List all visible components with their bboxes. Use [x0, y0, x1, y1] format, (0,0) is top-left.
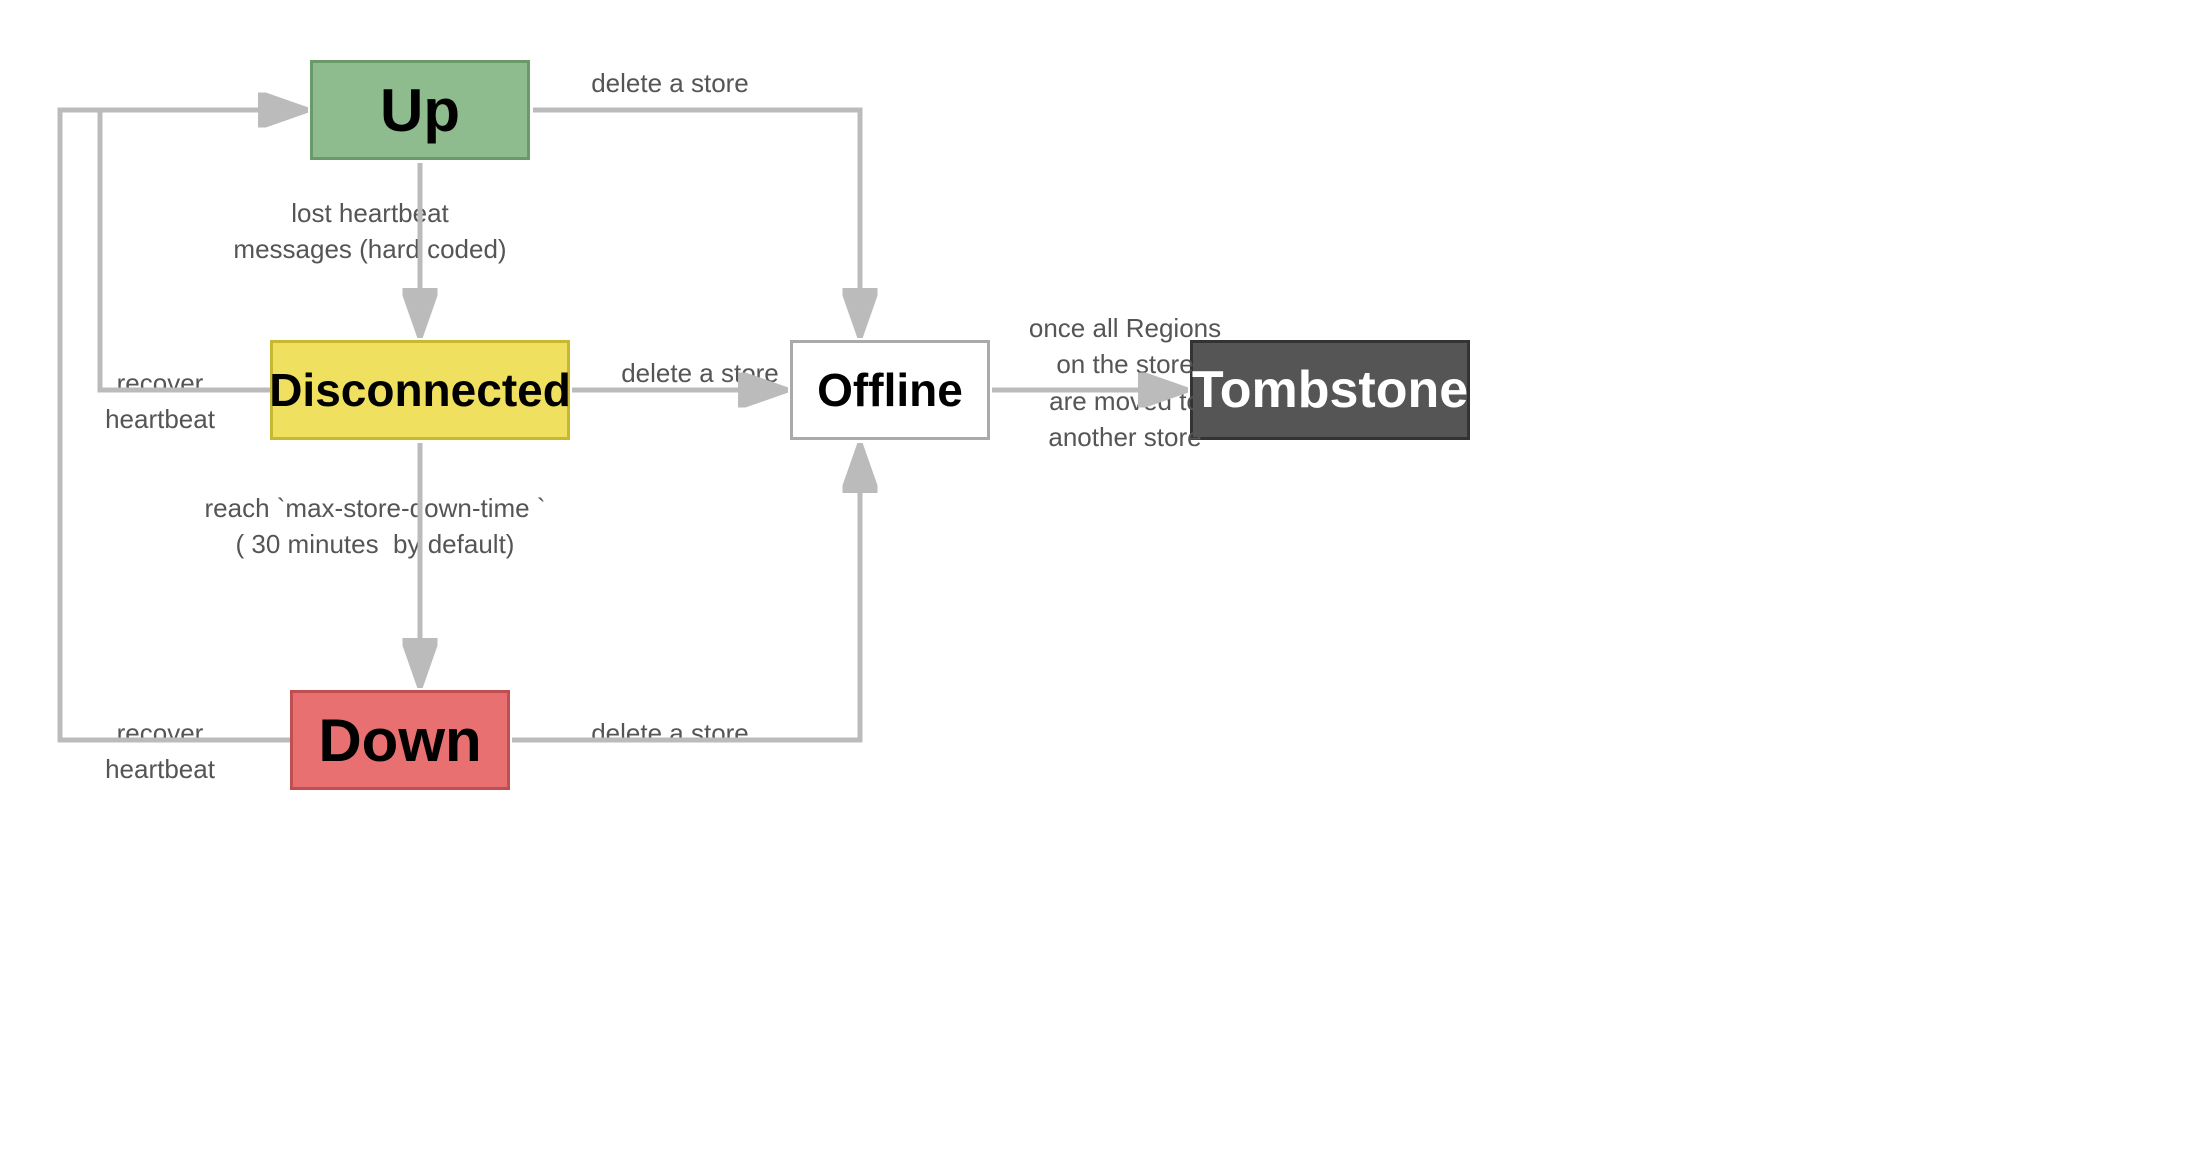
state-disconnected-label: Disconnected — [269, 363, 571, 417]
arrows-svg — [0, 0, 2200, 1174]
state-offline-label: Offline — [817, 363, 963, 417]
state-down-label: Down — [318, 706, 481, 775]
label-recover-down: recoverheartbeat — [70, 715, 250, 788]
state-offline: Offline — [790, 340, 990, 440]
label-recover-disconnected: recoverheartbeat — [70, 365, 250, 438]
label-delete-disconnected: delete a store — [600, 355, 800, 391]
state-disconnected: Disconnected — [270, 340, 570, 440]
state-down: Down — [290, 690, 510, 790]
state-up: Up — [310, 60, 530, 160]
label-offline-to-tombstone: once all Regionson the storeare moved to… — [1010, 310, 1240, 456]
label-delete-up: delete a store — [570, 65, 770, 101]
label-delete-down: delete a store — [570, 715, 770, 751]
label-up-to-disconnected: lost heartbeat messages (hard coded) — [230, 195, 510, 268]
diagram: Up Disconnected Down Offline Tombstone l… — [0, 0, 2200, 1174]
state-up-label: Up — [380, 76, 460, 145]
label-disconnected-to-down: reach `max-store-down-time `( 30 minutes… — [200, 490, 550, 563]
